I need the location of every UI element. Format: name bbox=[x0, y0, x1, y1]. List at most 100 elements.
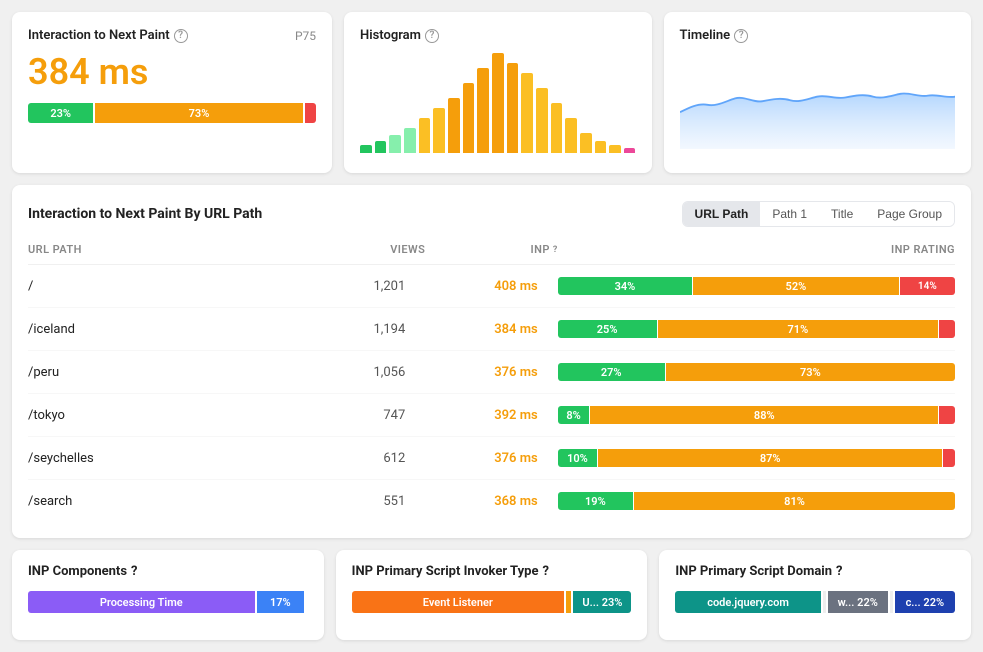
inp-bar-green: 23% bbox=[28, 103, 93, 123]
views-text: 747 bbox=[293, 408, 425, 423]
inp-help-icon[interactable]: ? bbox=[174, 29, 188, 43]
inp-invoker-help-icon[interactable]: ? bbox=[542, 564, 548, 579]
rb-green: 19% bbox=[558, 492, 633, 510]
timeline-card: Timeline ? bbox=[664, 12, 972, 173]
tab-path1[interactable]: Path 1 bbox=[760, 202, 819, 226]
table-row: /iceland 1,194 384 ms 25% 71% bbox=[28, 308, 955, 351]
table-row: /peru 1,056 376 ms 27% 73% bbox=[28, 351, 955, 394]
tab-page-group[interactable]: Page Group bbox=[865, 202, 954, 226]
tab-url-path[interactable]: URL Path bbox=[683, 202, 761, 226]
views-text: 551 bbox=[293, 494, 425, 509]
bb-pct-17: 17% bbox=[257, 591, 305, 613]
path-text: /iceland bbox=[28, 322, 293, 337]
rating-bar: 25% 71% bbox=[558, 320, 955, 338]
hist-bar-19 bbox=[624, 148, 636, 153]
hist-bar-16 bbox=[580, 133, 592, 153]
table-row: /tokyo 747 392 ms 8% 88% bbox=[28, 394, 955, 437]
rb-green: 27% bbox=[558, 363, 665, 381]
tab-title[interactable]: Title bbox=[819, 202, 865, 226]
inp-card: Interaction to Next Paint ? P75 384 ms 2… bbox=[12, 12, 332, 173]
hist-bar-10 bbox=[492, 53, 504, 153]
rb-red: 14% bbox=[900, 277, 955, 295]
rb-red bbox=[939, 320, 955, 338]
path-text: / bbox=[28, 279, 293, 294]
rating-bar: 8% 88% bbox=[558, 406, 955, 424]
inp-ms-text: 368 ms bbox=[425, 494, 557, 509]
rb-green: 8% bbox=[558, 406, 590, 424]
inp-value: 384 ms bbox=[28, 51, 316, 93]
rb-green: 10% bbox=[558, 449, 598, 467]
inp-domain-title: INP Primary Script Domain ? bbox=[675, 564, 955, 579]
bb-sep2 bbox=[823, 591, 826, 613]
inp-invoker-card: INP Primary Script Invoker Type ? Event … bbox=[336, 550, 648, 640]
rating-bar: 19% 81% bbox=[558, 492, 955, 510]
path-text: /peru bbox=[28, 365, 293, 380]
views-text: 1,194 bbox=[293, 322, 425, 337]
inp-components-bar: Processing Time 17% bbox=[28, 591, 308, 613]
inp-domain-help-icon[interactable]: ? bbox=[836, 564, 842, 579]
bb-jquery: code.jquery.com bbox=[675, 591, 820, 613]
views-text: 1,201 bbox=[293, 279, 425, 294]
rating-bar: 10% 87% bbox=[558, 449, 955, 467]
hist-bar-8 bbox=[463, 83, 475, 153]
hist-bar-12 bbox=[521, 73, 533, 153]
col-views: VIEWS bbox=[293, 243, 425, 256]
inp-ms-text: 408 ms bbox=[425, 279, 557, 294]
hist-bar-5 bbox=[419, 118, 431, 153]
bb-event-listener: Event Listener bbox=[352, 591, 564, 613]
inp-bar-red bbox=[305, 103, 316, 123]
hist-bar-9 bbox=[477, 68, 489, 153]
p75-badge: P75 bbox=[295, 29, 316, 43]
col-inp: INP ? bbox=[425, 243, 557, 256]
inp-components-help-icon[interactable]: ? bbox=[131, 564, 137, 579]
column-headers: URL PATH VIEWS INP ? INP RATING bbox=[28, 239, 955, 265]
bb-sep3 bbox=[890, 591, 893, 613]
table-row: /seychelles 612 376 ms 10% 87% bbox=[28, 437, 955, 480]
inp-domain-card: INP Primary Script Domain ? code.jquery.… bbox=[659, 550, 971, 640]
rb-green: 34% bbox=[558, 277, 692, 295]
path-text: /seychelles bbox=[28, 451, 293, 466]
rb-red bbox=[943, 449, 955, 467]
hist-bar-2 bbox=[375, 141, 387, 153]
rb-orange: 81% bbox=[634, 492, 955, 510]
inp-domain-bar: code.jquery.com w... 22% c... 22% bbox=[675, 591, 955, 613]
table-header-row: Interaction to Next Paint By URL Path UR… bbox=[28, 201, 955, 227]
inp-ms-text: 392 ms bbox=[425, 408, 557, 423]
histogram-title: Histogram ? bbox=[360, 28, 636, 43]
inp-card-title: Interaction to Next Paint ? bbox=[28, 28, 188, 43]
inp-bar: 23% 73% bbox=[28, 103, 316, 123]
main-table-card: Interaction to Next Paint By URL Path UR… bbox=[12, 185, 971, 538]
col-url-path: URL PATH bbox=[28, 243, 293, 256]
inp-components-card: INP Components ? Processing Time 17% bbox=[12, 550, 324, 640]
hist-bar-1 bbox=[360, 145, 372, 153]
inp-ms-text: 376 ms bbox=[425, 365, 557, 380]
hist-bar-18 bbox=[609, 145, 621, 153]
histogram-help-icon[interactable]: ? bbox=[425, 29, 439, 43]
views-text: 612 bbox=[293, 451, 425, 466]
hist-bar-6 bbox=[433, 108, 445, 153]
rb-orange: 52% bbox=[693, 277, 899, 295]
bb-u-23: U... 23% bbox=[573, 591, 631, 613]
histogram-bars bbox=[360, 53, 636, 153]
rb-green: 25% bbox=[558, 320, 657, 338]
hist-bar-13 bbox=[536, 88, 548, 153]
rb-orange: 71% bbox=[658, 320, 939, 338]
table-row: / 1,201 408 ms 34% 52% 14% bbox=[28, 265, 955, 308]
inp-ms-text: 376 ms bbox=[425, 451, 557, 466]
col-inp-rating: INP RATING bbox=[558, 243, 955, 256]
rating-bar: 27% 73% bbox=[558, 363, 955, 381]
hist-bar-17 bbox=[595, 141, 607, 153]
rating-bar: 34% 52% 14% bbox=[558, 277, 955, 295]
timeline-title: Timeline ? bbox=[680, 28, 956, 43]
hist-bar-11 bbox=[507, 63, 519, 153]
rb-orange: 87% bbox=[598, 449, 942, 467]
rb-red bbox=[939, 406, 955, 424]
timeline-help-icon[interactable]: ? bbox=[734, 29, 748, 43]
rb-orange: 88% bbox=[590, 406, 938, 424]
bb-sep bbox=[566, 591, 572, 613]
hist-bar-4 bbox=[404, 128, 416, 153]
bottom-row: INP Components ? Processing Time 17% INP… bbox=[12, 550, 971, 640]
table-title: Interaction to Next Paint By URL Path bbox=[28, 206, 262, 222]
table-row: /search 551 368 ms 19% 81% bbox=[28, 480, 955, 522]
rb-orange: 73% bbox=[666, 363, 955, 381]
